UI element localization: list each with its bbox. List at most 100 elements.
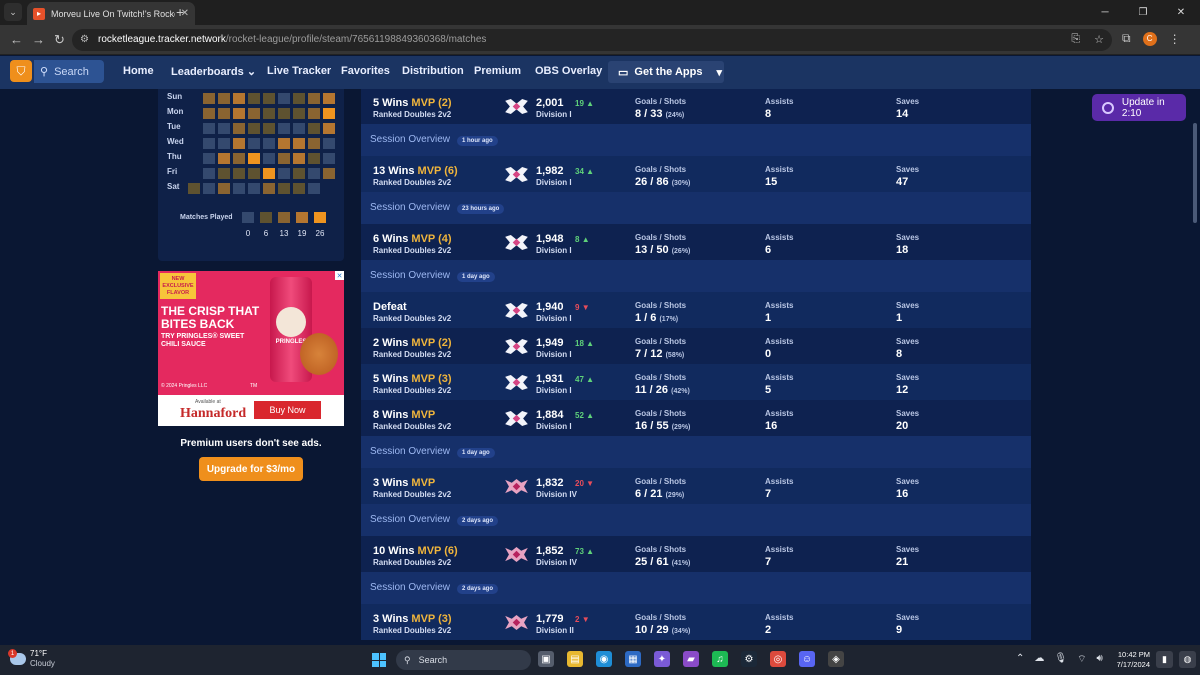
heatmap-cell[interactable] <box>233 138 245 149</box>
url-field[interactable]: ⚙ rocketleague.tracker.network/rocket-le… <box>72 29 1112 51</box>
heatmap-cell[interactable] <box>293 168 305 179</box>
heatmap-cell[interactable] <box>308 93 320 104</box>
media-app-icon[interactable]: ▰ <box>683 651 699 667</box>
heatmap-cell[interactable] <box>323 108 335 119</box>
match-row[interactable]: 8 Wins MVP Ranked Doubles 2v2 1,884 52 ▲ Div… <box>361 400 1031 436</box>
weather-widget[interactable]: 1 71°F Cloudy <box>8 649 55 669</box>
heatmap-cell[interactable] <box>248 153 260 164</box>
notifications-icon[interactable]: ▮ <box>1156 651 1173 668</box>
heatmap-cell[interactable] <box>293 108 305 119</box>
match-row[interactable]: 3 Wins MVP Ranked Doubles 2v2 1,832 20 ▼ Div… <box>361 468 1031 504</box>
heatmap-cell[interactable] <box>218 108 230 119</box>
heatmap-cell[interactable] <box>233 153 245 164</box>
heatmap-cell[interactable] <box>293 93 305 104</box>
heatmap-cell[interactable] <box>263 168 275 179</box>
minimize-icon[interactable]: ─ <box>1086 0 1124 25</box>
nav-obs-overlay[interactable]: OBS Overlay <box>535 65 602 77</box>
session-overview-row[interactable]: Session Overview 1 day ago <box>361 436 1031 468</box>
chrome-icon[interactable]: ◎ <box>770 651 786 667</box>
heatmap-cell[interactable] <box>323 93 335 104</box>
advertisement[interactable]: NEW EXCLUSIVE FLAVOR THE CRISP THAT BITE… <box>158 271 344 426</box>
nav-live-tracker[interactable]: Live Tracker <box>267 65 331 77</box>
heatmap-cell[interactable] <box>233 123 245 134</box>
forward-icon[interactable]: → <box>32 32 45 47</box>
match-row[interactable]: 5 Wins MVP (2) Ranked Doubles 2v2 2,001 19 … <box>361 89 1031 124</box>
heatmap-cell[interactable] <box>233 108 245 119</box>
heatmap-cell[interactable] <box>278 168 290 179</box>
new-tab-button[interactable]: + <box>176 4 184 20</box>
reload-icon[interactable]: ↻ <box>54 32 65 48</box>
volume-icon[interactable]: 🔊︎ <box>1097 653 1103 666</box>
network-tray-icon[interactable]: ☁ <box>1034 653 1044 666</box>
heatmap-cell[interactable] <box>203 108 215 119</box>
match-row[interactable]: 5 Wins MVP (3) Ranked Doubles 2v2 1,931 47 … <box>361 364 1031 400</box>
heatmap-cell[interactable] <box>248 138 260 149</box>
match-row[interactable]: Defeat Ranked Doubles 2v2 1,940 9 ▼ Divisio… <box>361 292 1031 328</box>
bookmark-star-icon[interactable]: ☆ <box>1094 33 1104 46</box>
heatmap-cell[interactable] <box>248 168 260 179</box>
install-app-icon[interactable]: ⎘ <box>1071 33 1080 46</box>
session-overview-row[interactable]: Session Overview 2 days ago <box>361 572 1031 604</box>
heatmap-cell[interactable] <box>203 123 215 134</box>
site-info-icon[interactable]: ⚙ <box>80 34 89 45</box>
nav-premium[interactable]: Premium <box>474 65 521 77</box>
taskbar-search[interactable]: ⚲ Search <box>396 650 531 670</box>
maximize-icon[interactable]: ❐ <box>1124 0 1162 25</box>
browser-menu-icon[interactable]: ⋮ <box>1169 32 1181 46</box>
heatmap-cell[interactable] <box>263 153 275 164</box>
heatmap-cell[interactable] <box>308 123 320 134</box>
match-row[interactable]: 6 Wins MVP (4) Ranked Doubles 2v2 1,948 8 ▲… <box>361 224 1031 260</box>
heatmap-cell[interactable] <box>203 153 215 164</box>
upgrade-button[interactable]: Upgrade for $3/mo <box>199 457 303 481</box>
heatmap-cell[interactable] <box>188 183 200 194</box>
heatmap-cell[interactable] <box>308 168 320 179</box>
profile-avatar[interactable]: C <box>1142 31 1157 46</box>
site-search-button[interactable]: ⚲ Search <box>34 60 104 83</box>
heatmap-cell[interactable] <box>218 93 230 104</box>
nav-leaderboards[interactable]: Leaderboards ⌄ <box>171 65 256 78</box>
tray-expand-icon[interactable]: ⌃ <box>1016 653 1024 666</box>
ad-buy-now-button[interactable]: Buy Now <box>254 401 321 419</box>
tracker-logo-icon[interactable]: ⛉ <box>10 60 32 82</box>
update-timer-button[interactable]: Update in 2:10 <box>1092 94 1186 121</box>
heatmap-cell[interactable] <box>308 138 320 149</box>
clock[interactable]: 10:42 PM 7/17/2024 <box>1112 650 1150 670</box>
heatmap-cell[interactable] <box>203 168 215 179</box>
heatmap-cell[interactable] <box>203 183 215 194</box>
microphone-icon[interactable]: 🎙︎ <box>1054 653 1067 666</box>
heatmap-cell[interactable] <box>278 138 290 149</box>
heatmap-cell[interactable] <box>218 168 230 179</box>
heatmap-cell[interactable] <box>323 138 335 149</box>
heatmap-cell[interactable] <box>233 93 245 104</box>
close-window-icon[interactable]: ✕ <box>1162 0 1200 25</box>
discord-icon[interactable]: ☺ <box>799 651 815 667</box>
get-apps-button[interactable]: ▭ Get the Apps ▾ <box>608 61 724 83</box>
steam-icon[interactable]: ⚙ <box>741 651 757 667</box>
heatmap-cell[interactable] <box>278 93 290 104</box>
session-overview-row[interactable]: Session Overview 2 days ago <box>361 504 1031 536</box>
page-scrollbar[interactable] <box>1190 89 1200 645</box>
copilot-icon[interactable]: ✦ <box>654 651 670 667</box>
heatmap-cell[interactable] <box>293 153 305 164</box>
match-row[interactable]: 2 Wins MVP (2) Ranked Doubles 2v2 1,949 18 … <box>361 328 1031 364</box>
heatmap-cell[interactable] <box>323 168 335 179</box>
nav-home[interactable]: Home <box>123 65 154 77</box>
heatmap-cell[interactable] <box>263 93 275 104</box>
match-row[interactable]: 13 Wins MVP (6) Ranked Doubles 2v2 1,982 34… <box>361 156 1031 192</box>
heatmap-cell[interactable] <box>263 108 275 119</box>
nav-distribution[interactable]: Distribution <box>402 65 464 77</box>
back-icon[interactable]: ← <box>10 32 23 47</box>
session-overview-row[interactable]: Session Overview 1 day ago <box>361 260 1031 292</box>
heatmap-cell[interactable] <box>323 153 335 164</box>
heatmap-cell[interactable] <box>308 183 320 194</box>
heatmap-cell[interactable] <box>323 123 335 134</box>
windows-start-icon[interactable] <box>372 653 386 667</box>
heatmap-cell[interactable] <box>293 123 305 134</box>
heatmap-cell[interactable] <box>248 108 260 119</box>
wifi-icon[interactable]: ⌔ <box>1077 653 1086 666</box>
session-overview-row[interactable]: Session Overview 1 hour ago <box>361 124 1031 156</box>
heatmap-cell[interactable] <box>248 183 260 194</box>
app-tray-icon[interactable]: ◍ <box>1179 651 1196 668</box>
heatmap-cell[interactable] <box>278 108 290 119</box>
heatmap-cell[interactable] <box>308 153 320 164</box>
